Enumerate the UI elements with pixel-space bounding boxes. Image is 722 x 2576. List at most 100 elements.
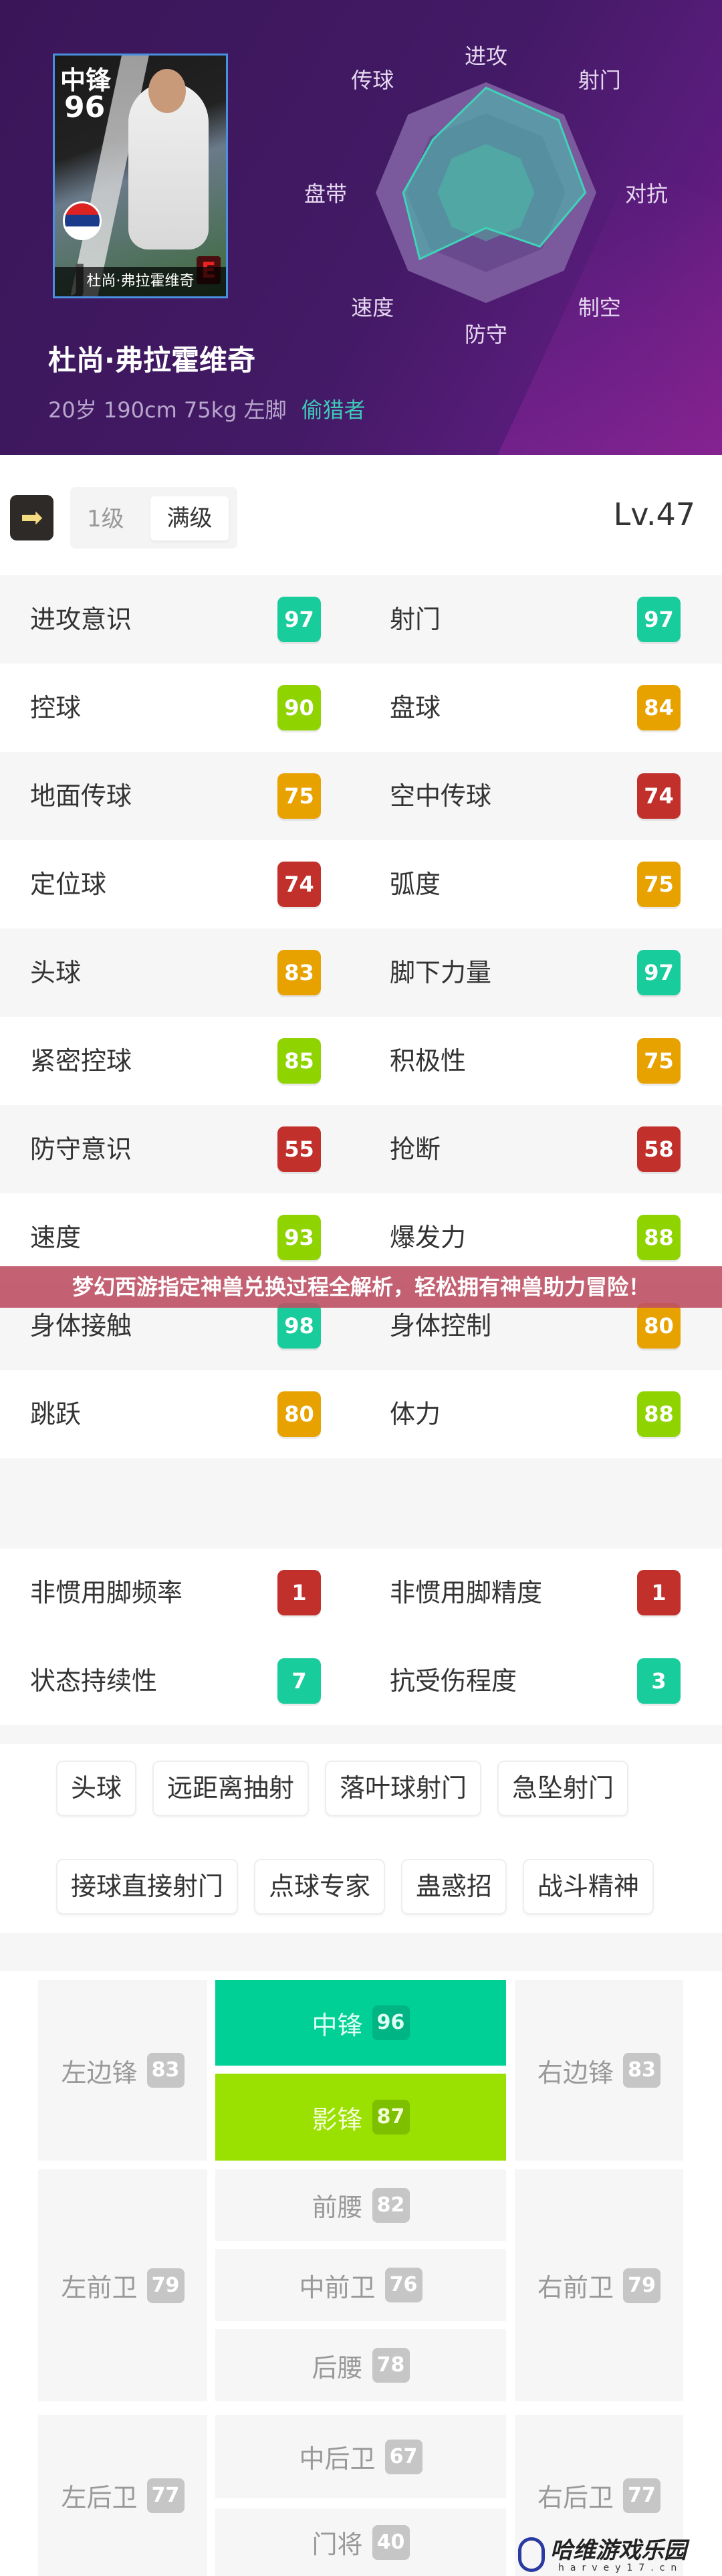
position-rating-badge: 96: [372, 2005, 410, 2040]
position-cb[interactable]: 中后卫 67: [215, 2415, 506, 2498]
watermark-url: harvey17.cn: [558, 2563, 683, 2573]
position-name: 右前卫: [537, 2273, 614, 2302]
watermark-logo: 哈维游戏乐园 harvey17.cn: [518, 2532, 719, 2576]
stat-value-badge: 80: [277, 1391, 321, 1437]
stat-value-badge: 93: [277, 1215, 321, 1260]
stat-value-badge: 1: [637, 1570, 681, 1615]
stat-value-badge: 3: [637, 1658, 681, 1704]
position-rmf[interactable]: 右前卫 79: [515, 2169, 683, 2401]
position-name: 前腰: [312, 2193, 363, 2222]
stat-value-badge: 88: [637, 1215, 681, 1260]
stat-value-badge: 74: [277, 862, 321, 907]
stat-row: 控球 90 盘球 84: [0, 664, 722, 752]
arrow-right-icon[interactable]: ➡: [10, 495, 53, 540]
skill-tag[interactable]: 战斗精神: [523, 1859, 654, 1914]
skills-list: 头球 远距离抽射 落叶球射门 急坠射门接球直接射门 点球专家 蛊惑招 战斗精神: [56, 1761, 685, 1914]
stat-value-badge: 80: [637, 1303, 681, 1349]
current-level: Lv.47: [613, 496, 695, 532]
stat-row: 地面传球 75 空中传球 74: [0, 752, 722, 840]
stat-value-badge: 7: [277, 1658, 321, 1704]
radar-label: 进攻: [464, 43, 508, 69]
stat-label: 脚下力量: [390, 958, 492, 987]
position-lmf[interactable]: 左前卫 79: [38, 2169, 207, 2401]
stat-value-badge: 75: [637, 862, 681, 907]
skill-tag[interactable]: 头球: [56, 1761, 137, 1816]
stat-label: 防守意识: [30, 1134, 132, 1164]
stat-label: 盘球: [390, 693, 441, 722]
stat-value-badge: 85: [277, 1038, 321, 1084]
stat-label: 射门: [390, 605, 441, 634]
stat-value-badge: 1: [277, 1570, 321, 1615]
radar-label: 射门: [578, 68, 621, 94]
position-rating-badge: 77: [623, 2478, 660, 2513]
position-lb[interactable]: 左后卫 77: [38, 2415, 207, 2576]
stat-label: 空中传球: [390, 781, 492, 811]
card-player-name: 杜尚·弗拉霍维奇: [55, 267, 226, 296]
position-gk[interactable]: 门将 40: [215, 2508, 506, 2576]
radar-label: 传球: [351, 68, 394, 94]
position-dmf[interactable]: 后腰 78: [215, 2329, 506, 2401]
skill-tag[interactable]: 急坠射门: [497, 1761, 629, 1816]
skill-tag[interactable]: 远距离抽射: [152, 1761, 310, 1816]
card-overall: 96: [64, 90, 106, 124]
position-ss[interactable]: 影锋 87: [215, 2074, 506, 2161]
stat-value-badge: 98: [277, 1303, 321, 1349]
player-name: 杜尚·弗拉霍维奇: [48, 344, 255, 377]
divider: [0, 1458, 722, 1549]
stat-value-badge: 75: [277, 773, 321, 819]
skill-tag[interactable]: 蛊惑招: [401, 1859, 507, 1914]
position-rating-badge: 87: [372, 2100, 410, 2135]
player-card[interactable]: 中锋 96 J E 杜尚·弗拉霍维奇: [53, 54, 228, 298]
stat-value-badge: 83: [277, 950, 321, 995]
stat-value-badge: 58: [637, 1126, 681, 1172]
stat-value-badge: 97: [637, 950, 681, 995]
position-rating-badge: 67: [384, 2439, 423, 2474]
watermark-name: 哈维游戏乐园: [550, 2537, 687, 2564]
stat-row: 进攻意识 97 射门 97: [0, 575, 722, 664]
stat-value-badge: 88: [637, 1391, 681, 1437]
stat-label: 定位球: [30, 870, 107, 899]
stat-row: 紧密控球 85 积极性 75: [0, 1017, 722, 1105]
position-lwf[interactable]: 左边锋 83: [38, 1980, 207, 2161]
position-rating-badge: 82: [372, 2187, 410, 2223]
position-name: 门将: [312, 2530, 363, 2559]
play-style[interactable]: 偷猎者: [302, 397, 366, 423]
position-name: 右边锋: [537, 2058, 614, 2088]
level-option-max[interactable]: 满级: [150, 496, 229, 540]
radar-label: 盘带: [304, 181, 348, 207]
stat-label: 非惯用脚精度: [390, 1578, 543, 1607]
position-amf[interactable]: 前腰 82: [215, 2169, 506, 2241]
position-rating-badge: 83: [146, 2053, 185, 2088]
position-name: 左后卫: [61, 2483, 138, 2512]
position-rating-badge: 79: [146, 2268, 185, 2303]
stat-label: 跳跃: [30, 1399, 82, 1429]
skill-tag[interactable]: 点球专家: [254, 1859, 386, 1914]
stat-row: 状态持续性 7 抗受伤程度 3: [0, 1637, 722, 1725]
skill-tag[interactable]: 接球直接射门: [56, 1859, 239, 1914]
position-rating-badge: 83: [623, 2053, 660, 2088]
stat-label: 地面传球: [30, 781, 132, 811]
position-cf[interactable]: 中锋 96: [215, 1980, 506, 2066]
stat-label: 头球: [30, 958, 82, 987]
stat-value-badge: 84: [637, 685, 681, 730]
stat-row: 非惯用脚频率 1 非惯用脚精度 1: [0, 1549, 722, 1637]
radar-label: 制空: [578, 294, 621, 320]
skill-tag[interactable]: 落叶球射门: [325, 1761, 482, 1816]
position-cmf[interactable]: 中前卫 76: [215, 2249, 506, 2321]
radar-label: 防守: [464, 322, 508, 347]
position-name: 中后卫: [299, 2444, 376, 2474]
position-name: 右后卫: [537, 2483, 614, 2512]
position-name: 左边锋: [61, 2058, 138, 2088]
divider: [0, 1725, 722, 1744]
stat-value-badge: 74: [637, 773, 681, 819]
overlay-banner[interactable]: 梦幻西游指定神兽兑换过程全解析，轻松拥有神兽助力冒险！: [0, 1266, 722, 1308]
position-rwf[interactable]: 右边锋 83: [515, 1980, 683, 2161]
position-rating-badge: 79: [623, 2268, 660, 2303]
position-rating-badge: 76: [384, 2268, 423, 2302]
stat-value-badge: 75: [637, 1038, 681, 1084]
stat-label: 紧密控球: [30, 1046, 132, 1076]
stat-value-badge: 90: [277, 685, 321, 730]
stat-row: 防守意识 55 抢断 58: [0, 1105, 722, 1193]
level-option-1[interactable]: 1级: [87, 500, 124, 533]
stat-row: 头球 83 脚下力量 97: [0, 928, 722, 1017]
